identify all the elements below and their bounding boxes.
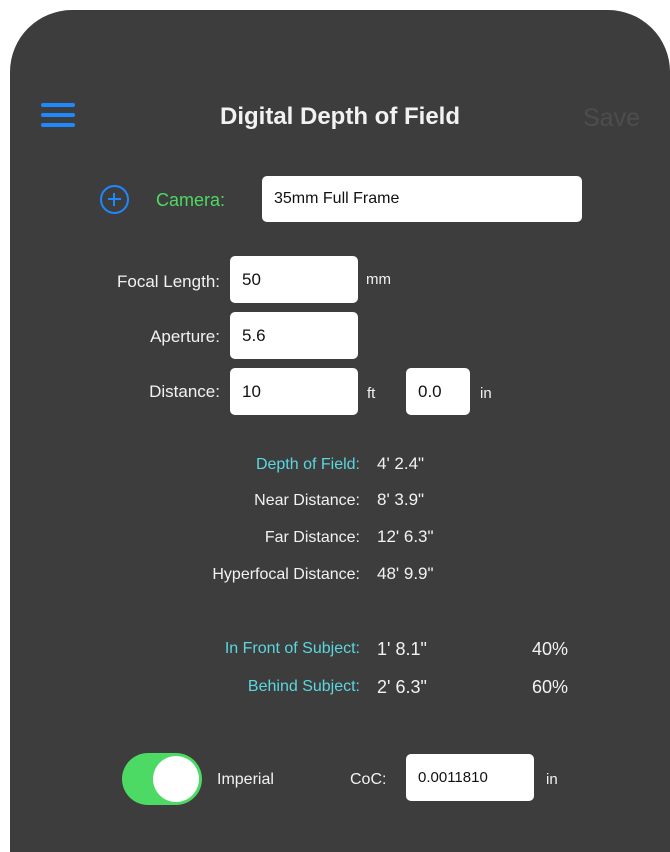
- distance-feet-unit: ft: [367, 385, 376, 402]
- coc-input[interactable]: 0.0011810: [406, 754, 534, 801]
- imperial-toggle-label: Imperial: [217, 771, 274, 788]
- page-title: Digital Depth of Field: [220, 103, 460, 130]
- camera-select-field[interactable]: 35mm Full Frame: [262, 176, 582, 222]
- in-front-of-subject-percent: 40%: [532, 639, 569, 659]
- camera-label: Camera:: [156, 190, 226, 210]
- toggle-knob: [153, 756, 199, 802]
- plus-circle-icon[interactable]: [100, 185, 129, 214]
- distance-feet-input[interactable]: 10: [230, 368, 358, 415]
- in-front-of-subject-value: 1' 8.1": [377, 639, 427, 659]
- app-screen: Digital Depth of Field Save Camera: 35mm…: [10, 10, 670, 852]
- focal-length-unit: mm: [366, 271, 391, 288]
- behind-subject-value: 2' 6.3": [377, 677, 427, 697]
- coc-label: CoC:: [350, 771, 387, 788]
- focal-length-label: Focal Length:: [116, 272, 220, 291]
- coc-unit: in: [546, 771, 558, 788]
- far-distance-label: Far Distance:: [264, 529, 360, 546]
- near-distance-label: Near Distance:: [254, 492, 360, 509]
- behind-subject-label: Behind Subject:: [247, 678, 360, 695]
- depth-of-field-label: Depth of Field:: [255, 456, 360, 473]
- hyperfocal-distance-value: 48' 9.9": [377, 564, 434, 583]
- aperture-input[interactable]: 5.6: [230, 312, 358, 359]
- distance-inches-unit: in: [480, 385, 492, 402]
- aperture-label: Aperture:: [150, 327, 220, 346]
- behind-subject-percent: 60%: [532, 677, 569, 697]
- depth-of-field-value: 4' 2.4": [377, 454, 425, 473]
- in-front-of-subject-label: In Front of Subject:: [224, 640, 360, 657]
- far-distance-value: 12' 6.3": [377, 527, 434, 546]
- near-distance-value: 8' 3.9": [377, 490, 425, 509]
- imperial-units-toggle[interactable]: [122, 753, 202, 805]
- distance-label: Distance:: [149, 382, 220, 401]
- distance-inches-input[interactable]: 0.0: [406, 368, 470, 415]
- save-button[interactable]: Save: [583, 104, 640, 132]
- hyperfocal-distance-label: Hyperfocal Distance:: [212, 566, 360, 583]
- focal-length-input[interactable]: 50: [230, 256, 358, 303]
